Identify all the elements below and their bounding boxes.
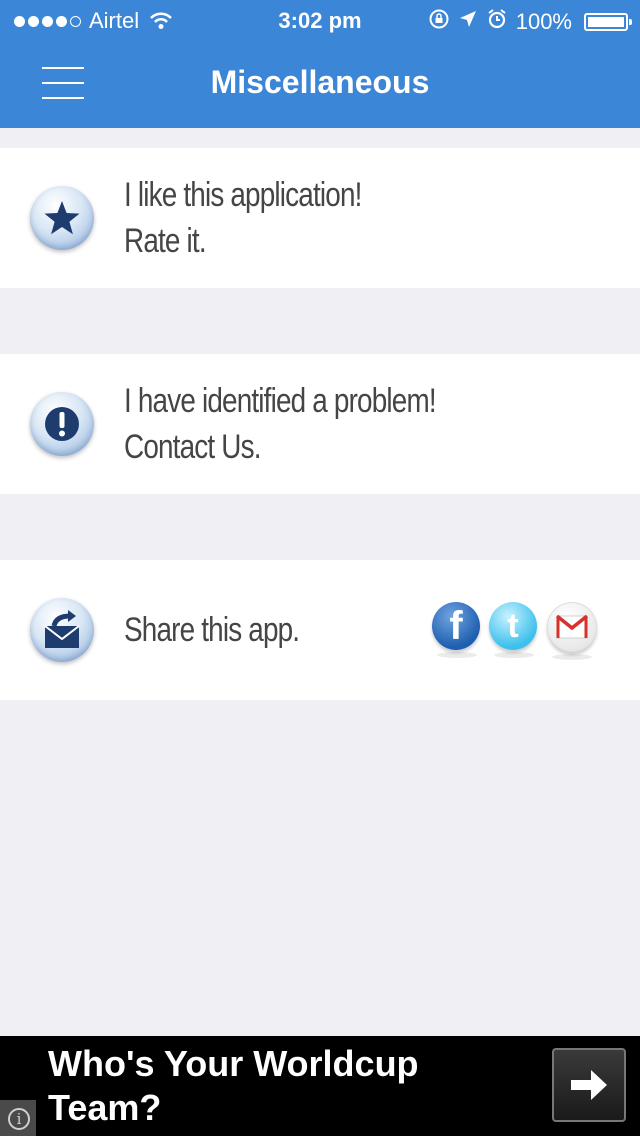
status-right: 100% [428,8,632,36]
rotation-lock-icon [428,8,450,36]
ad-text: Who's Your Worldcup Team? [48,1043,419,1128]
share-app-item: Share this app. f t [0,560,640,700]
facebook-icon: f [432,602,480,650]
ad-info-button[interactable]: i [0,1100,36,1136]
star-icon [30,186,94,250]
twitter-share-button[interactable]: t [489,602,539,658]
rate-app-item[interactable]: I like this application! Rate it. [0,148,640,288]
battery-icon [584,13,632,31]
contact-us-line1: I have identified a problem! [124,382,437,420]
arrow-right-icon [571,1070,607,1100]
share-mail-icon [30,598,94,662]
page-title: Miscellaneous [210,64,430,100]
rate-app-line1: I like this application! [124,176,362,214]
info-icon: i [8,1108,30,1130]
gmail-share-button[interactable] [547,602,597,660]
share-app-text: Share this app. [124,611,300,649]
facebook-share-button[interactable]: f [432,602,482,658]
rate-app-line2: Rate it. [124,222,207,260]
status-bar: Airtel 3:02 pm 100% [0,0,640,40]
battery-percent: 100% [515,9,572,34]
rate-app-text: I like this application! Rate it. [124,172,362,264]
ad-banner[interactable]: Who's Your Worldcup Team? [0,1036,640,1136]
exclamation-icon [30,392,94,456]
contact-us-line2: Contact Us. [124,428,261,466]
twitter-icon: t [489,602,537,650]
contact-us-text: I have identified a problem! Contact Us. [124,378,437,470]
location-arrow-icon [458,9,478,35]
gmail-icon [547,602,597,652]
contact-us-item[interactable]: I have identified a problem! Contact Us. [0,354,640,494]
ad-arrow-button[interactable] [552,1048,626,1122]
navigation-header: Airtel 3:02 pm 100% Miscellaneous [0,0,640,128]
alarm-icon [486,8,508,36]
